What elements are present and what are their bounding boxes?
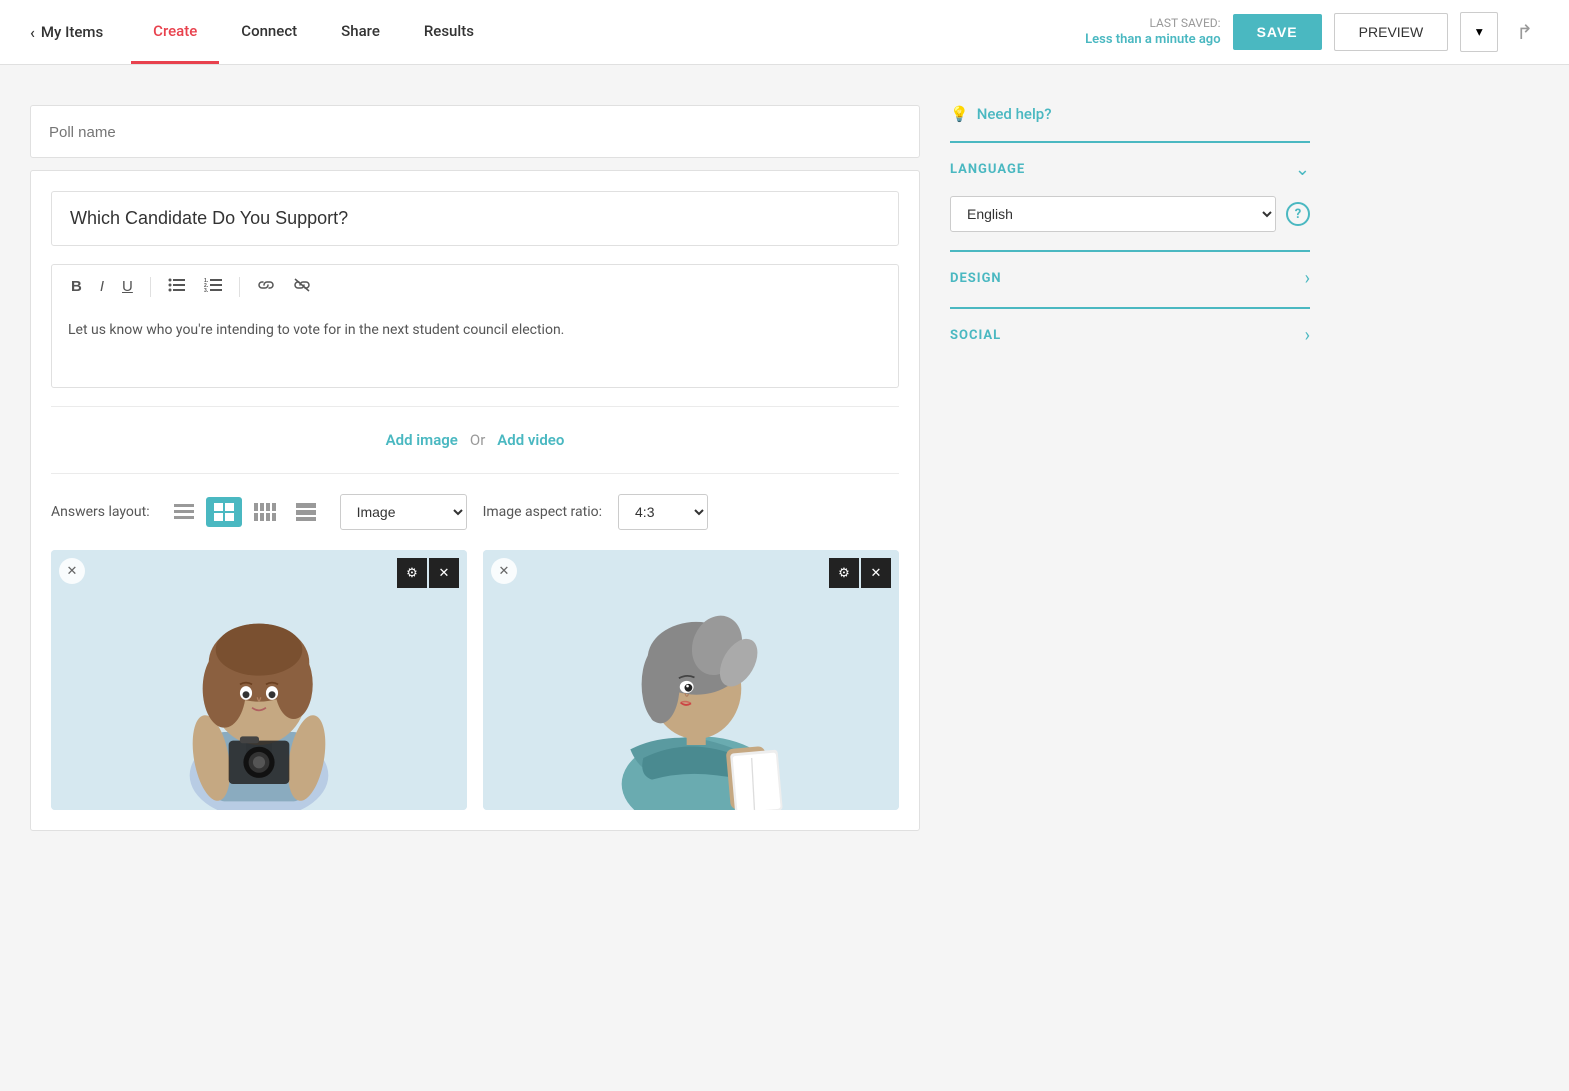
candidate-1-illustration	[51, 550, 467, 810]
back-arrow-icon: ‹	[30, 23, 35, 42]
svg-text:3.: 3.	[204, 288, 209, 293]
unlink-button[interactable]	[286, 273, 318, 300]
preview-button[interactable]: PREVIEW	[1334, 13, 1449, 51]
candidate-1-image	[51, 550, 467, 810]
add-video-link[interactable]: Add video	[497, 431, 564, 449]
language-select-wrap: English Spanish French German Portuguese…	[950, 196, 1310, 232]
answer-2-delete-button[interactable]: ✕	[861, 558, 891, 588]
underline-button[interactable]: U	[115, 275, 140, 298]
answer-item-1: ✕ ⚙ ✕	[51, 550, 467, 810]
biglist-layout-icon	[296, 503, 316, 521]
back-to-my-items[interactable]: ‹ My Items	[30, 23, 103, 42]
cursor-tool-button[interactable]: ↱	[1510, 14, 1539, 51]
cursor-icon: ↱	[1516, 22, 1533, 44]
bold-button[interactable]: B	[64, 275, 89, 298]
poll-name-input[interactable]	[49, 124, 901, 141]
design-section-title: DESIGN	[950, 271, 1002, 286]
my-items-label: My Items	[41, 23, 103, 41]
add-media-row: Add image Or Add video	[51, 406, 899, 473]
layout-list-button[interactable]	[166, 497, 202, 527]
main-layout: B I U 1.	[0, 65, 1569, 871]
layout-biglist-button[interactable]	[288, 497, 324, 527]
design-chevron-icon: ›	[1305, 268, 1310, 289]
answers-section: Answers layout:	[51, 473, 899, 810]
editor-description[interactable]: Let us know who you're intending to vote…	[51, 308, 899, 388]
unlink-icon	[293, 277, 311, 293]
lightbulb-icon: 💡	[950, 105, 969, 123]
grid2-layout-icon	[214, 503, 234, 521]
tab-results[interactable]: Results	[402, 0, 496, 64]
editor-toolbar: B I U 1.	[51, 264, 899, 308]
top-navigation: ‹ My Items Create Connect Share Results …	[0, 0, 1569, 65]
answer-item-2: ✕ ⚙ ✕	[483, 550, 899, 810]
last-saved-time: Less than a minute ago	[1085, 31, 1220, 49]
numbered-list-icon: 1. 2. 3.	[204, 277, 222, 293]
language-chevron-icon: ⌄	[1295, 159, 1310, 180]
last-saved-label: LAST SAVED:	[1085, 15, 1220, 32]
sidebar-design-section: DESIGN ›	[950, 250, 1310, 305]
link-icon	[257, 277, 275, 293]
question-text-input[interactable]	[51, 191, 899, 246]
grid4-layout-icon	[254, 503, 276, 521]
language-section-title: LANGUAGE	[950, 162, 1025, 177]
left-content: B I U 1.	[30, 105, 920, 831]
layout-grid4-button[interactable]	[246, 497, 284, 527]
language-section-header[interactable]: LANGUAGE ⌄	[950, 143, 1310, 196]
answers-layout-label: Answers layout:	[51, 504, 150, 520]
add-media-or-label: Or	[470, 431, 485, 449]
answer-1-close-button[interactable]: ✕	[59, 558, 85, 584]
candidate-2-image	[483, 550, 899, 810]
chevron-down-icon: ▾	[1476, 24, 1483, 40]
link-button[interactable]	[250, 273, 282, 300]
aspect-ratio-label: Image aspect ratio:	[483, 504, 602, 520]
answer-1-settings-button[interactable]: ⚙	[397, 558, 427, 588]
toolbar-separator-1	[150, 277, 151, 297]
social-section-title: SOCIAL	[950, 328, 1001, 343]
social-chevron-icon: ›	[1305, 325, 1310, 346]
question-card: B I U 1.	[30, 170, 920, 831]
toolbar-separator-2	[239, 277, 240, 297]
tab-connect[interactable]: Connect	[219, 0, 319, 64]
save-button[interactable]: SAVE	[1233, 14, 1322, 50]
sidebar-social-section: SOCIAL ›	[950, 307, 1310, 362]
need-help-link[interactable]: 💡 Need help?	[950, 105, 1310, 123]
language-help-icon[interactable]: ?	[1286, 202, 1310, 226]
bullet-list-icon	[168, 277, 186, 293]
bullet-list-button[interactable]	[161, 273, 193, 300]
language-section-content: English Spanish French German Portuguese…	[950, 196, 1310, 248]
add-image-link[interactable]: Add image	[386, 431, 458, 449]
candidate-2-illustration	[483, 550, 899, 810]
aspect-ratio-select[interactable]: 4:3 1:1 16:9 3:4	[618, 494, 708, 530]
answer-2-close-button[interactable]: ✕	[491, 558, 517, 584]
poll-name-wrapper	[30, 105, 920, 158]
design-section-header[interactable]: DESIGN ›	[950, 252, 1310, 305]
tab-create[interactable]: Create	[131, 0, 219, 64]
numbered-list-button[interactable]: 1. 2. 3.	[197, 273, 229, 300]
answer-1-delete-button[interactable]: ✕	[429, 558, 459, 588]
need-help-label: Need help?	[977, 105, 1052, 123]
answer-2-settings-button[interactable]: ⚙	[829, 558, 859, 588]
language-select[interactable]: English Spanish French German Portuguese	[950, 196, 1276, 232]
answers-layout-row: Answers layout:	[51, 494, 899, 530]
layout-grid2-button[interactable]	[206, 497, 242, 527]
social-section-header[interactable]: SOCIAL ›	[950, 309, 1310, 362]
italic-button[interactable]: I	[93, 275, 111, 298]
answer-type-select[interactable]: Image Text Image + Text	[340, 494, 467, 530]
sidebar-language-section: LANGUAGE ⌄ English Spanish French German…	[950, 141, 1310, 248]
dropdown-button[interactable]: ▾	[1460, 12, 1498, 52]
nav-right-actions: LAST SAVED: Less than a minute ago SAVE …	[1085, 12, 1539, 52]
layout-icons	[166, 497, 324, 527]
list-layout-icon	[174, 503, 194, 521]
image-answers-grid: ✕ ⚙ ✕	[51, 550, 899, 810]
tab-share[interactable]: Share	[319, 0, 402, 64]
nav-tabs: Create Connect Share Results	[131, 0, 496, 64]
answer-2-actions: ⚙ ✕	[829, 558, 891, 588]
right-sidebar: 💡 Need help? LANGUAGE ⌄ English Spanish …	[950, 105, 1310, 831]
last-saved-info: LAST SAVED: Less than a minute ago	[1085, 15, 1220, 50]
answer-1-actions: ⚙ ✕	[397, 558, 459, 588]
